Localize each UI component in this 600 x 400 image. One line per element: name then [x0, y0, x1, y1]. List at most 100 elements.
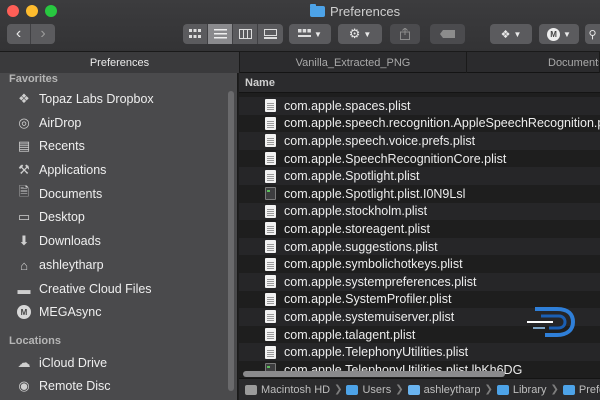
sidebar-item-recents[interactable]: ▤ Recents: [16, 136, 85, 156]
sidebar-scrollbar[interactable]: [228, 91, 234, 391]
gallery-view-icon: [264, 29, 277, 39]
folder-icon: [310, 3, 325, 17]
chevron-right-icon: ›: [40, 25, 46, 42]
disc-icon: ◉: [18, 378, 30, 393]
sidebar-item-documents[interactable]: 🗎 Documents: [16, 184, 102, 204]
plist-file-icon: [265, 257, 276, 271]
tab-documents[interactable]: Documents: [467, 52, 600, 73]
search-button[interactable]: ⚲: [585, 24, 600, 44]
chevron-right-icon: ❯: [395, 384, 404, 395]
group-by-button[interactable]: ▼: [289, 24, 331, 44]
sidebar-item-topaz-labs-dropbox[interactable]: ❖ Topaz Labs Dropbox: [16, 89, 153, 109]
list-item[interactable]: com.apple.speech.voice.prefs.plist: [239, 132, 600, 150]
sidebar-item-megasync[interactable]: M MEGAsync: [16, 302, 102, 322]
chevron-down-icon: ▼: [563, 29, 571, 39]
hard-drive-icon: [245, 384, 257, 395]
close-window-button[interactable]: [7, 5, 19, 17]
sidebar-item-icloud-drive[interactable]: ☁ iCloud Drive: [16, 353, 108, 373]
list-item[interactable]: com.apple.suggestions.plist: [239, 237, 600, 256]
folder-icon: [346, 384, 359, 395]
plist-file-icon: [265, 116, 276, 130]
plist-file-icon: [265, 328, 276, 342]
home-icon: [407, 384, 420, 395]
chevron-down-icon: ▼: [363, 29, 372, 39]
file-list: Name com.apple.spaces.plist com.apple.sp…: [239, 73, 600, 400]
list-item[interactable]: com.apple.Spotlight.plist: [239, 167, 600, 185]
list-item[interactable]: com.apple.TelephonyUtilities.plist: [239, 343, 600, 361]
list-item[interactable]: com.apple.spaces.plist: [239, 97, 600, 115]
list-item[interactable]: com.apple.storeagent.plist: [239, 220, 600, 238]
icloud-icon: ☁: [17, 355, 31, 370]
airdrop-icon: ◎: [18, 115, 30, 130]
folder-icon: [496, 384, 509, 395]
list-item[interactable]: com.apple.systempreferences.plist: [239, 273, 600, 291]
plist-file-icon: [265, 204, 276, 218]
chevron-down-icon: ▼: [314, 29, 322, 39]
exec-file-icon: [265, 187, 276, 201]
minimize-window-button[interactable]: [26, 5, 38, 17]
plist-file-icon: [265, 222, 276, 236]
dropbox-menu-button[interactable]: ❖ ▼: [490, 24, 532, 44]
column-header-name[interactable]: Name: [239, 73, 600, 93]
list-view-icon: [213, 29, 227, 39]
tag-icon: [439, 30, 455, 38]
sidebar: Favorites ❖ Topaz Labs Dropbox ◎ AirDrop…: [0, 73, 238, 400]
gallery-view-button[interactable]: [258, 24, 283, 44]
chevron-down-icon: ▼: [513, 29, 522, 39]
applications-icon: ⚒: [18, 162, 30, 177]
zoom-window-button[interactable]: [45, 5, 57, 17]
tag-button[interactable]: [430, 24, 465, 44]
share-button[interactable]: [390, 24, 420, 44]
list-item[interactable]: com.apple.speech.recognition.AppleSpeech…: [239, 115, 600, 133]
back-button[interactable]: ‹: [7, 24, 32, 44]
recents-icon: ▤: [17, 138, 31, 153]
sidebar-item-applications[interactable]: ⚒ Applications: [16, 160, 106, 180]
icon-view-icon: [189, 29, 201, 38]
action-menu-button[interactable]: ⚙ ▼: [338, 24, 382, 44]
chevron-right-icon: ❯: [334, 384, 343, 395]
downloads-icon: ⬇: [18, 233, 30, 248]
chevron-right-icon: ❯: [484, 384, 493, 395]
sidebar-item-ashleytharp[interactable]: ⌂ ashleytharp: [16, 255, 104, 275]
mega-menu-button[interactable]: M ▼: [539, 24, 579, 44]
path-item-macintosh-hd[interactable]: Macintosh HD: [245, 384, 330, 396]
gear-icon: ⚙: [348, 26, 361, 41]
list-item[interactable]: com.apple.symbolichotkeys.plist: [239, 255, 600, 273]
sidebar-item-downloads[interactable]: ⬇ Downloads: [16, 231, 101, 251]
sidebar-item-desktop[interactable]: ▭ Desktop: [16, 207, 85, 227]
plist-file-icon: [265, 99, 276, 113]
plist-file-icon: [265, 345, 276, 359]
horizontal-scrollbar[interactable]: [243, 371, 505, 377]
group-by-icon: [298, 29, 312, 37]
path-item-users[interactable]: Users: [346, 384, 391, 396]
home-icon: ⌂: [20, 257, 28, 273]
mega-icon: M: [547, 27, 561, 41]
sidebar-item-creative-cloud-files[interactable]: ▬ Creative Cloud Files: [16, 279, 152, 299]
nav-buttons: ‹ ›: [7, 24, 55, 44]
column-view-button[interactable]: [233, 24, 258, 44]
mega-icon: M: [16, 304, 32, 320]
tab-vanilla-extracted-png[interactable]: Vanilla_Extracted_PNG: [240, 52, 467, 73]
dropbox-icon: ❖: [500, 28, 511, 41]
path-item-library[interactable]: Library: [496, 384, 546, 396]
list-item[interactable]: com.apple.stockholm.plist: [239, 202, 600, 221]
share-icon: [400, 28, 410, 40]
path-bar: Macintosh HD ❯ Users ❯ ashleytharp ❯ Lib…: [239, 378, 600, 400]
plist-file-icon: [265, 134, 276, 148]
forward-button[interactable]: ›: [31, 24, 55, 44]
documents-icon: 🗎: [18, 184, 30, 199]
tab-preferences[interactable]: Preferences: [0, 52, 240, 73]
plist-file-icon: [265, 152, 276, 166]
chevron-right-icon: ❯: [550, 384, 559, 395]
path-item-ashleytharp[interactable]: ashleytharp: [407, 384, 480, 396]
list-item[interactable]: com.apple.Spotlight.plist.I0N9Lsl: [239, 185, 600, 203]
plist-file-icon: [265, 292, 276, 306]
sidebar-item-airdrop[interactable]: ◎ AirDrop: [16, 113, 81, 133]
tab-bar: Preferences Vanilla_Extracted_PNG Docume…: [0, 52, 600, 73]
sidebar-item-remote-disc[interactable]: ◉ Remote Disc: [16, 376, 110, 396]
list-item[interactable]: com.apple.SpeechRecognitionCore.plist: [239, 150, 600, 168]
path-item-preferences[interactable]: Prefe: [562, 384, 600, 396]
list-view-button[interactable]: [208, 24, 233, 44]
view-mode-segmented: [183, 24, 283, 44]
icon-view-button[interactable]: [183, 24, 208, 44]
